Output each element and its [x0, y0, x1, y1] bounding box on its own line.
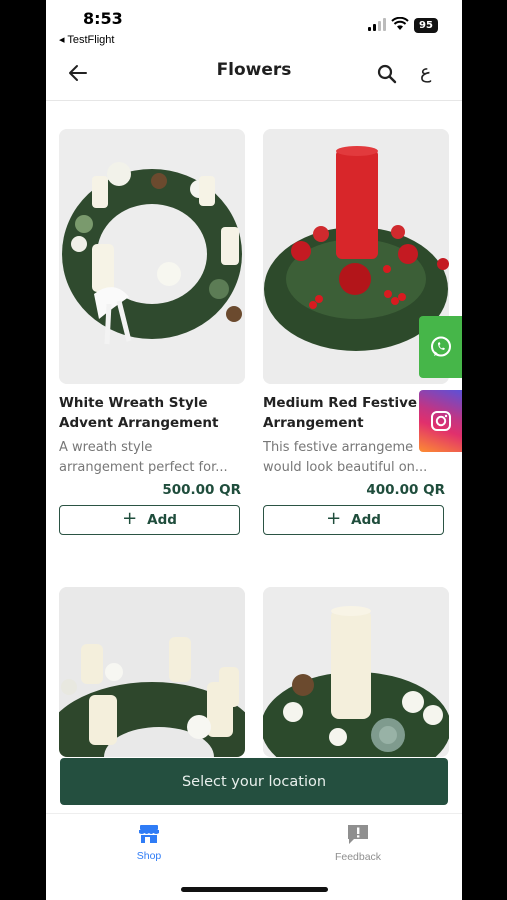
whatsapp-icon: [430, 336, 451, 357]
product-name[interactable]: White Wreath Style Advent Arrangement: [59, 393, 245, 433]
tab-shop-label: Shop: [136, 850, 162, 862]
plus-icon: +: [326, 508, 342, 529]
product-image[interactable]: [59, 129, 245, 384]
bottom-nav: Shop Feedback: [46, 813, 462, 900]
feedback-icon: [348, 825, 368, 844]
page-title: Flowers: [216, 60, 292, 80]
phone-screen: 8:53 ◂ TestFlight 95 Flowers ع White Wre…: [46, 0, 462, 900]
status-bar: 8:53 ◂ TestFlight 95: [46, 0, 462, 48]
product-price: 500.00 QR: [162, 482, 241, 498]
product-image[interactable]: [263, 587, 449, 757]
app-header: Flowers ع: [46, 48, 462, 101]
add-to-cart-button[interactable]: + Add: [59, 505, 240, 535]
product-card[interactable]: [263, 587, 449, 757]
plus-icon: +: [122, 508, 138, 529]
back-to-app-link[interactable]: ◂ TestFlight: [59, 33, 114, 46]
add-button-label: Add: [351, 512, 381, 528]
home-indicator[interactable]: [181, 887, 328, 892]
wifi-icon: [391, 17, 409, 30]
battery-icon: 95: [414, 18, 438, 33]
select-location-button[interactable]: Select your location: [60, 758, 448, 805]
search-icon[interactable]: [377, 64, 397, 84]
product-card[interactable]: [59, 587, 245, 757]
product-card[interactable]: White Wreath Style Advent Arrangement A …: [59, 129, 245, 535]
product-price: 400.00 QR: [366, 482, 445, 498]
instagram-icon: [430, 411, 451, 431]
language-toggle[interactable]: ع: [420, 61, 431, 83]
whatsapp-button[interactable]: [419, 316, 462, 378]
tab-feedback-label: Feedback: [334, 851, 382, 863]
instagram-button[interactable]: [419, 390, 462, 452]
status-time: 8:53: [83, 9, 123, 28]
tab-shop[interactable]: Shop: [124, 824, 174, 862]
tab-feedback[interactable]: Feedback: [326, 824, 390, 863]
product-image[interactable]: [59, 587, 245, 757]
product-description: A wreath style arrangement perfect for..…: [59, 440, 228, 475]
add-button-label: Add: [147, 512, 177, 528]
add-to-cart-button[interactable]: + Add: [263, 505, 444, 535]
shop-icon: [139, 825, 159, 843]
cellular-signal-icon: [368, 18, 386, 31]
